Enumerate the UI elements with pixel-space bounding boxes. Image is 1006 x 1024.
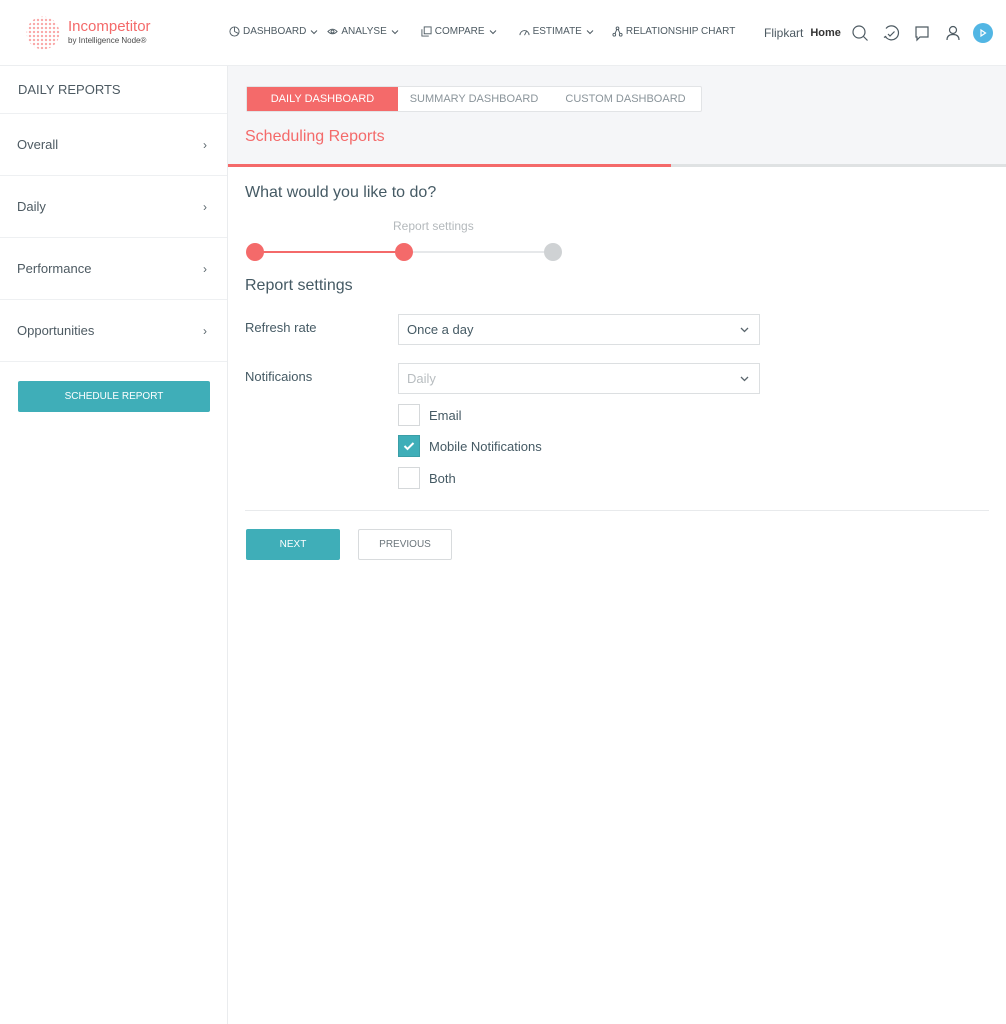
chat-button[interactable]	[913, 24, 931, 42]
sidebar-item-overall[interactable]: Overall ›	[0, 114, 227, 176]
sidebar-item-daily[interactable]: Daily ›	[0, 176, 227, 238]
store-name[interactable]: Flipkart	[764, 26, 803, 40]
header-right: Flipkart Home	[764, 20, 993, 46]
chat-icon	[915, 26, 929, 42]
nav-analyse-label: ANALYSE	[341, 26, 387, 37]
next-button[interactable]: NEXT	[246, 529, 340, 560]
current-step-label: Report settings	[393, 219, 474, 233]
brand-title: Incompetitor	[68, 18, 151, 35]
stepper-connector	[255, 251, 404, 253]
chevron-down-icon	[586, 29, 594, 34]
nav-relationship-chart[interactable]: RELATIONSHIP CHART	[612, 26, 735, 37]
user-button[interactable]	[944, 24, 962, 42]
search-icon	[852, 25, 868, 41]
nav-estimate-label: ESTIMATE	[532, 26, 582, 37]
stepper-step-3[interactable]	[544, 243, 562, 261]
stepper-step-1[interactable]	[246, 243, 264, 261]
chevron-right-icon: ›	[203, 261, 207, 276]
nav-dashboard-label: DASHBOARD	[243, 26, 307, 37]
eye-icon	[327, 28, 339, 35]
nav-relationship-chart-label: RELATIONSHIP CHART	[625, 26, 736, 37]
notifications-label: Notificaions	[245, 369, 313, 384]
home-link[interactable]: Home	[810, 27, 841, 39]
sidebar-item-label: Overall	[17, 137, 59, 152]
nav-analyse[interactable]: ANALYSE	[327, 26, 399, 37]
history-button[interactable]	[882, 24, 900, 42]
sidebar-item-performance[interactable]: Performance ›	[0, 238, 227, 300]
play-button[interactable]	[972, 23, 993, 43]
nav-estimate[interactable]: ESTIMATE	[519, 26, 594, 37]
stepper	[246, 243, 562, 261]
notifications-placeholder: Daily	[407, 371, 436, 386]
both-checkbox-label: Both	[429, 470, 456, 486]
dashboard-tabs: DAILY DASHBOARD SUMMARY DASHBOARD CUSTOM…	[246, 86, 702, 112]
top-navigation-bar: Incompetitor by Intelligence Node® DASHB…	[0, 0, 1006, 66]
sidebar-item-label: Daily	[17, 199, 46, 214]
logo-mark-icon	[24, 14, 62, 52]
progress-bar-fill	[228, 164, 672, 167]
network-icon	[612, 26, 623, 37]
both-checkbox[interactable]	[398, 467, 420, 489]
form-divider	[245, 510, 989, 511]
schedule-report-button[interactable]: SCHEDULE REPORT	[18, 381, 210, 412]
tab-daily-dashboard[interactable]: DAILY DASHBOARD	[247, 87, 398, 111]
chevron-down-icon	[740, 325, 749, 335]
mobile-notifications-checkbox-label: Mobile Notifications	[429, 438, 542, 454]
sidebar-item-label: Performance	[17, 261, 92, 276]
notifications-select[interactable]: Daily	[398, 363, 760, 394]
chevron-right-icon: ›	[203, 199, 207, 214]
main-content: DAILY DASHBOARD SUMMARY DASHBOARD CUSTOM…	[228, 66, 1006, 1024]
chevron-down-icon	[740, 374, 749, 384]
history-icon	[883, 25, 899, 41]
nav-dashboard[interactable]: DASHBOARD	[229, 26, 318, 37]
refresh-rate-label: Refresh rate	[245, 320, 317, 335]
sidebar-heading: DAILY REPORTS	[0, 66, 227, 114]
nav-compare-label: COMPARE	[434, 26, 485, 37]
refresh-rate-value: Once a day	[407, 322, 474, 337]
stepper-connector	[404, 251, 553, 253]
checkmark-icon	[403, 442, 415, 451]
search-button[interactable]	[851, 24, 869, 42]
mobile-notifications-checkbox[interactable]	[398, 435, 420, 457]
tab-summary-dashboard[interactable]: SUMMARY DASHBOARD	[398, 87, 550, 111]
sidebar: DAILY REPORTS Overall › Daily › Performa…	[0, 66, 228, 1024]
user-icon	[946, 25, 960, 41]
compare-icon	[421, 26, 432, 37]
brand-subtitle: by Intelligence Node®	[68, 36, 147, 45]
both-checkbox-row[interactable]: Both	[398, 467, 456, 489]
dashboard-icon	[229, 26, 240, 37]
chevron-down-icon	[311, 29, 318, 34]
chevron-down-icon	[489, 29, 496, 34]
sidebar-item-label: Opportunities	[17, 323, 95, 338]
chevron-down-icon	[391, 29, 399, 34]
main-header: DAILY DASHBOARD SUMMARY DASHBOARD CUSTOM…	[228, 66, 1006, 167]
email-checkbox[interactable]	[398, 404, 420, 426]
tab-custom-dashboard[interactable]: CUSTOM DASHBOARD	[550, 87, 701, 111]
section-title: Report settings	[245, 277, 353, 294]
stepper-step-2[interactable]	[395, 243, 413, 261]
brand-logo[interactable]: Incompetitor by Intelligence Node®	[24, 14, 151, 52]
progress-bar	[228, 164, 1006, 167]
previous-button[interactable]: PREVIOUS	[358, 529, 452, 560]
refresh-rate-select[interactable]: Once a day	[398, 314, 760, 345]
gauge-icon	[519, 30, 530, 36]
page-title: Scheduling Reports	[245, 128, 385, 145]
chevron-right-icon: ›	[203, 323, 207, 338]
mobile-notifications-checkbox-row[interactable]: Mobile Notifications	[398, 435, 542, 457]
main-nav: DASHBOARD ANALYSE COMPARE ESTIMATE RELAT…	[229, 26, 735, 37]
play-icon	[980, 28, 987, 38]
chevron-right-icon: ›	[203, 137, 207, 152]
email-checkbox-label: Email	[429, 407, 462, 423]
sidebar-item-opportunities[interactable]: Opportunities ›	[0, 300, 227, 362]
email-checkbox-row[interactable]: Email	[398, 404, 462, 426]
question-heading: What would you like to do?	[245, 184, 437, 201]
logo-text: Incompetitor by Intelligence Node®	[68, 19, 151, 47]
nav-compare[interactable]: COMPARE	[421, 26, 497, 37]
